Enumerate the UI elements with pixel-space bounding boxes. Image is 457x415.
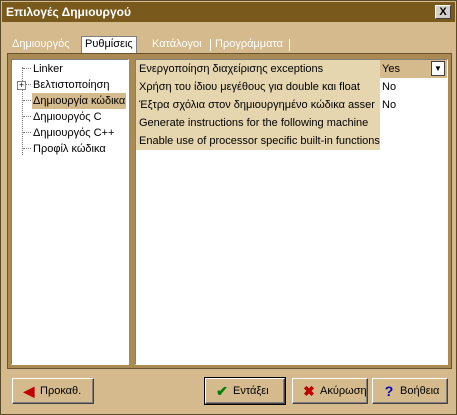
ok-button[interactable]: ✔ Εντάξει	[204, 377, 286, 405]
close-icon: X	[439, 6, 447, 18]
tree-connector	[23, 68, 31, 69]
defaults-button[interactable]: ◀ Προκαθ.	[12, 378, 94, 404]
tab-label: Κατάλογοι	[152, 38, 202, 50]
setting-row[interactable]: Ενεργοποίηση διαχείρισης exceptions Yes …	[136, 60, 447, 78]
arrow-left-icon: ◀	[23, 383, 35, 399]
options-dialog: Επιλογές Δημιουργού X Δημιουργός Ρυθμίσε…	[0, 0, 457, 415]
setting-value[interactable]	[380, 132, 447, 150]
tab-settings[interactable]: Ρυθμίσεις	[81, 36, 137, 54]
setting-label: Ενεργοποίηση διαχείρισης exceptions	[136, 60, 380, 78]
tree-connector	[23, 116, 31, 117]
tree-connector	[23, 132, 31, 133]
setting-row[interactable]: Enable use of processor specific built-i…	[136, 132, 447, 150]
x-icon: ✖	[303, 383, 315, 399]
chevron-down-icon[interactable]: ▼	[431, 61, 445, 76]
setting-label: Generate instructions for the following …	[136, 114, 380, 132]
tree-item-label: Linker	[33, 63, 63, 75]
setting-label: Χρήση του ίδιου μεγέθους για double και …	[136, 78, 380, 96]
tree-item-linker[interactable]: Linker	[12, 61, 128, 77]
button-label: Ακύρωση	[320, 385, 367, 397]
tab-label: Προγράμματα	[215, 38, 284, 50]
tab-separator	[289, 39, 290, 51]
window-title: Επιλογές Δημιουργού	[6, 5, 131, 19]
setting-value[interactable]	[380, 114, 447, 132]
setting-label: Έξτρα σχόλια στον δημιουργημένο κώδικα a…	[136, 96, 380, 114]
setting-row[interactable]: Χρήση του ίδιου μεγέθους για double και …	[136, 78, 447, 96]
tab-label: Δημιουργός	[12, 38, 70, 50]
tab-directories[interactable]: Κατάλογοι	[149, 37, 205, 53]
button-label: Προκαθ.	[40, 385, 82, 397]
tree-item-label: Δημιουργός C	[33, 111, 102, 123]
help-button[interactable]: ? Βοήθεια	[372, 378, 448, 404]
button-label: Βοήθεια	[400, 385, 440, 397]
category-tree: Linker + Βελτιστοποίηση Δημιουργία κώδικ…	[11, 59, 129, 365]
tree-item-cpp-builder[interactable]: Δημιουργός C++	[12, 125, 128, 141]
button-label: Εντάξει	[233, 385, 269, 397]
tree-item-label: Δημιουργός C++	[33, 127, 115, 139]
tree-item-label: Προφίλ κώδικα	[33, 143, 106, 155]
setting-value: Yes	[382, 63, 400, 75]
close-button[interactable]: X	[435, 5, 451, 19]
cancel-button[interactable]: ✖ Ακύρωση	[292, 378, 368, 404]
setting-label: Enable use of processor specific built-i…	[136, 132, 380, 150]
title-bar: Επιλογές Δημιουργού X	[2, 2, 455, 22]
settings-grid: Ενεργοποίηση διαχείρισης exceptions Yes …	[135, 59, 448, 365]
tree-connector	[23, 100, 31, 101]
tab-label: Ρυθμίσεις	[85, 38, 133, 50]
tab-programs[interactable]: Προγράμματα	[212, 37, 286, 53]
tree-item-optimization[interactable]: + Βελτιστοποίηση	[12, 77, 128, 93]
expand-plus-icon[interactable]: +	[17, 81, 26, 90]
tab-builder[interactable]: Δημιουργός	[9, 37, 73, 53]
setting-value[interactable]: No	[380, 78, 447, 96]
setting-row[interactable]: Generate instructions for the following …	[136, 114, 447, 132]
tree-item-code-generation[interactable]: Δημιουργία κώδικα	[12, 93, 128, 109]
tree-item-label: Βελτιστοποίηση	[33, 79, 110, 91]
setting-value[interactable]: No	[380, 96, 447, 114]
setting-row[interactable]: Έξτρα σχόλια στον δημιουργημένο κώδικα a…	[136, 96, 447, 114]
setting-value-select[interactable]: Yes ▼	[380, 60, 447, 78]
tree-item-c-builder[interactable]: Δημιουργός C	[12, 109, 128, 125]
question-icon: ?	[384, 383, 394, 399]
tree-item-code-profiling[interactable]: Προφίλ κώδικα	[12, 141, 128, 157]
tree-item-label: Δημιουργία κώδικα	[32, 93, 127, 109]
tab-separator	[210, 39, 211, 51]
tree-connector	[23, 148, 31, 149]
check-icon: ✔	[216, 383, 228, 399]
